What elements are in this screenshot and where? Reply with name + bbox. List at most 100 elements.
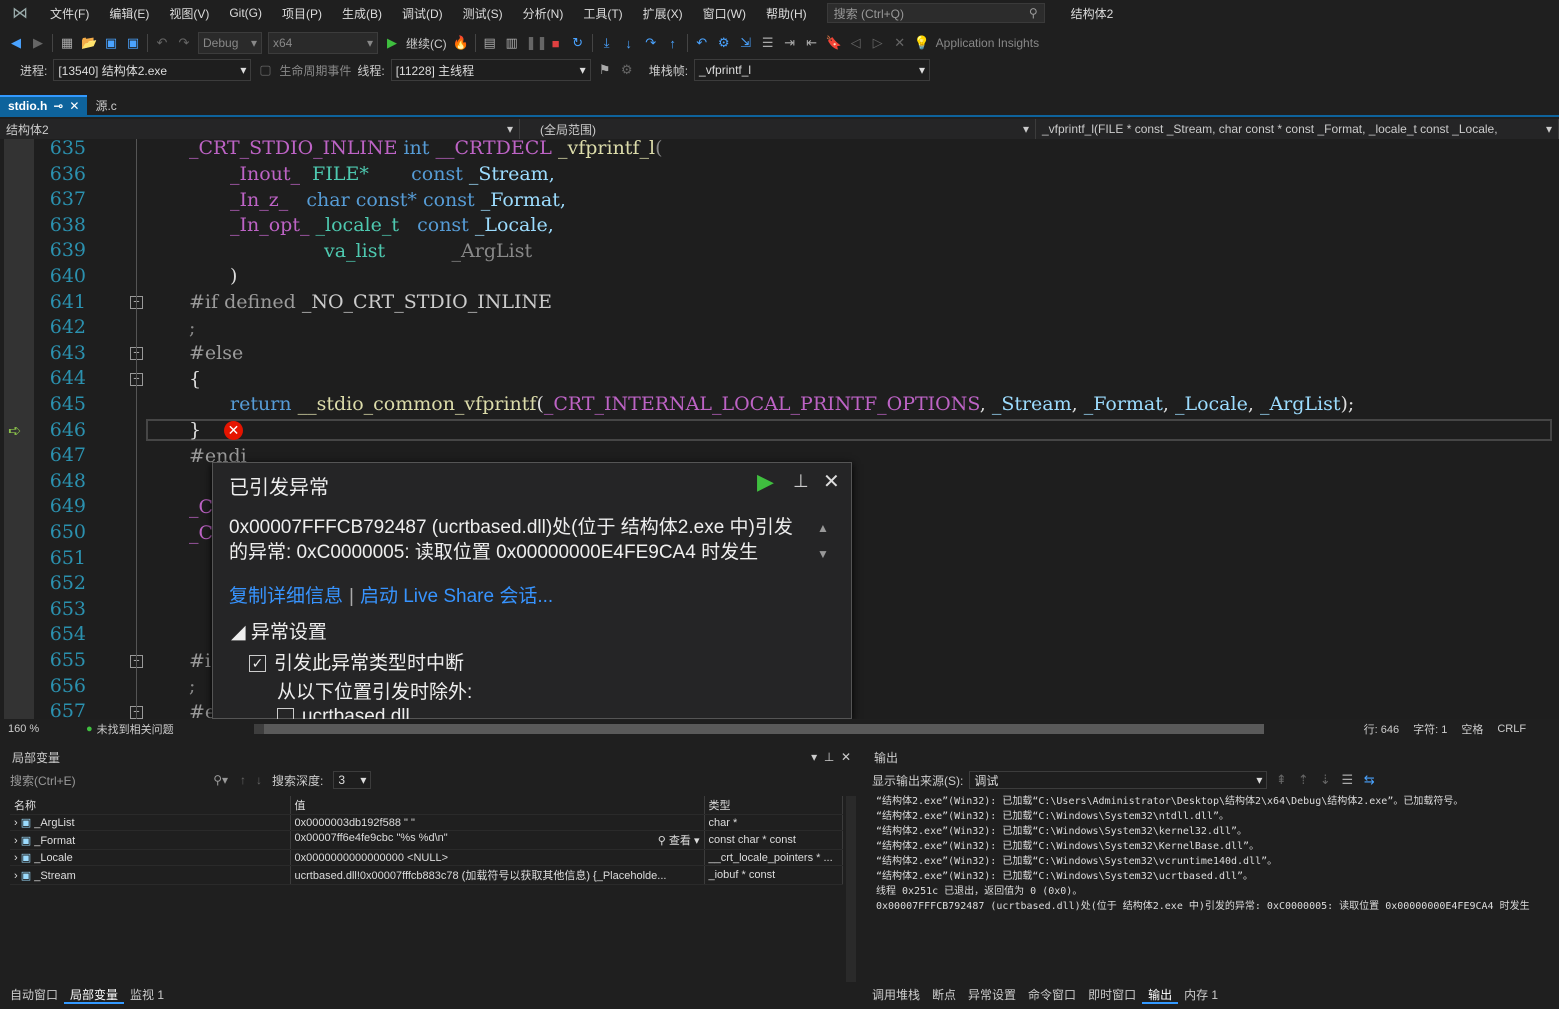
chevron-down-icon[interactable]: ▾	[811, 750, 817, 764]
line-ending-indicator[interactable]: CRLF	[1497, 723, 1526, 735]
menu-test[interactable]: 测试(S)	[453, 5, 513, 22]
new-project-icon[interactable]: ▦	[59, 35, 75, 51]
tab-exception-settings[interactable]: 异常设置	[962, 984, 1022, 1004]
view-button[interactable]: ⚲ 查看 ▾	[658, 832, 700, 848]
find-message-icon[interactable]: ⇞	[1273, 772, 1289, 788]
prev-message-icon[interactable]: ⇡	[1295, 772, 1311, 788]
table-row[interactable]: › ▣ _Format 0x00007ff6e4fe9cbc "%s %d\n" ⚲…	[10, 830, 843, 850]
scroll-up-icon[interactable]: ▲	[817, 521, 829, 535]
comment-icon[interactable]: ☰	[760, 35, 776, 51]
bookmark-clear-icon[interactable]: ✕	[892, 35, 908, 51]
column-header-type[interactable]: 类型	[704, 796, 843, 815]
variable-value-cell[interactable]: 0x0000000000000000 <NULL>	[290, 849, 705, 866]
bookmark-next-icon[interactable]: ▷	[870, 35, 886, 51]
tab-watch-1[interactable]: 监视 1	[124, 984, 170, 1004]
menu-view[interactable]: 视图(V)	[159, 5, 219, 22]
outdent-icon[interactable]: ⇤	[804, 35, 820, 51]
depth-dropdown[interactable]: 3 ▾	[333, 771, 372, 789]
variable-value-cell[interactable]: ucrtbased.dll!0x00007fffcb883c78 (加载符号以获…	[290, 865, 705, 885]
locals-search-input[interactable]: 搜索(Ctrl+E) ⚲▾	[8, 770, 230, 790]
close-icon[interactable]: ✕	[69, 99, 79, 113]
menu-analyze[interactable]: 分析(N)	[513, 5, 574, 22]
zoom-level[interactable]: 160 %	[8, 723, 72, 735]
menu-extensions[interactable]: 扩展(X)	[633, 5, 693, 22]
back-icon[interactable]: ◀	[8, 35, 24, 51]
expand-arrow-icon[interactable]: ›	[14, 835, 18, 847]
expand-arrow-icon[interactable]: ›	[14, 852, 18, 864]
tab-memory-1[interactable]: 内存 1	[1178, 984, 1224, 1004]
config-dropdown[interactable]: Debug ▾	[198, 32, 262, 54]
column-header-value[interactable]: 值	[290, 796, 705, 815]
scrollbar-thumb[interactable]	[263, 723, 1264, 734]
variable-value-cell[interactable]: 0x00007ff6e4fe9cbc "%s %d\n" ⚲ 查看 ▾	[290, 830, 705, 850]
expand-arrow-icon[interactable]: ›	[14, 870, 18, 882]
step-over-icon[interactable]: ⤓	[599, 35, 615, 51]
word-wrap-icon[interactable]: ⇆	[1361, 772, 1377, 788]
close-icon[interactable]: ✕	[841, 750, 851, 764]
attach-icon[interactable]: ▤	[482, 35, 498, 51]
scroll-down-icon[interactable]: ▼	[817, 547, 829, 561]
search-up-icon[interactable]: ↑	[240, 773, 246, 787]
project-dropdown[interactable]: 结构体2 ▾	[0, 119, 520, 139]
continue-icon[interactable]: ▶	[384, 35, 400, 51]
forward-icon[interactable]: ▶	[30, 35, 46, 51]
search-input[interactable]: 搜索 (Ctrl+Q) ⚲	[826, 3, 1045, 23]
clear-all-icon[interactable]: ☰	[1339, 772, 1355, 788]
menu-git[interactable]: Git(G)	[219, 6, 272, 20]
expand-arrow-icon[interactable]: ›	[14, 817, 18, 829]
tab-call-stack[interactable]: 调用堆栈	[866, 984, 926, 1004]
layout-icon[interactable]: ▥	[504, 35, 520, 51]
horizontal-scrollbar[interactable]	[253, 723, 1264, 734]
tab-locals[interactable]: 局部变量	[64, 984, 125, 1004]
close-icon[interactable]: ✕	[823, 469, 840, 494]
save-icon[interactable]: ▣	[103, 35, 119, 51]
tab-command-window[interactable]: 命令窗口	[1022, 984, 1082, 1004]
next-message-icon[interactable]: ⇣	[1317, 772, 1333, 788]
tab-source-c[interactable]: 源.c	[87, 95, 124, 115]
indent-icon[interactable]: ⇥	[782, 35, 798, 51]
bookmark-icon[interactable]: 🔖	[826, 35, 842, 51]
filter-icon[interactable]: ⚙	[619, 62, 635, 78]
menu-help[interactable]: 帮助(H)	[756, 5, 817, 22]
exception-settings-header[interactable]: ◢ 异常设置	[231, 617, 472, 644]
column-header-name[interactable]: 名称	[10, 796, 291, 815]
step-into-icon[interactable]: ↓	[621, 36, 637, 51]
menu-build[interactable]: 生成(B)	[332, 5, 392, 22]
pause-icon[interactable]: ❚❚	[526, 35, 548, 51]
pin-icon[interactable]: ⊥	[824, 750, 834, 764]
break-when-row[interactable]: ✓ 引发此异常类型时中断	[249, 648, 472, 675]
member-dropdown[interactable]: _vfprintf_l(FILE * const _Stream, char c…	[1036, 119, 1559, 139]
output-source-dropdown[interactable]: 调试 ▾	[969, 771, 1268, 789]
pin-icon[interactable]: ⊸	[53, 99, 63, 113]
stack-frame-dropdown[interactable]: _vfprintf_l ▾	[694, 59, 931, 81]
table-row[interactable]: › ▣ _ArgList 0x0000003db192f588 " " char *	[10, 814, 843, 831]
step-over-arc-icon[interactable]: ↷	[643, 35, 659, 51]
table-row[interactable]: › ▣ _Stream ucrtbased.dll!0x00007fffcb883…	[10, 865, 843, 885]
char-indicator[interactable]: 字符: 1	[1413, 721, 1447, 737]
tab-output[interactable]: 输出	[1142, 984, 1179, 1004]
flag-icon[interactable]: ⚑	[597, 62, 613, 78]
redo-icon[interactable]: ↷	[176, 35, 192, 51]
menu-project[interactable]: 项目(P)	[272, 5, 332, 22]
tab-autos[interactable]: 自动窗口	[4, 984, 64, 1004]
table-row[interactable]: › ▣ _Locale 0x0000000000000000 <NULL> __cr…	[10, 849, 843, 866]
line-indicator[interactable]: 行: 646	[1364, 721, 1399, 737]
open-file-icon[interactable]: 📂	[81, 35, 97, 51]
continue-button[interactable]: 继续(C)	[406, 35, 447, 52]
menu-debug[interactable]: 调试(D)	[392, 5, 453, 22]
continue-icon[interactable]: ▶	[757, 469, 774, 495]
show-threads-icon[interactable]: ⇲	[738, 35, 754, 51]
issues-status[interactable]: 未找到相关问题	[97, 721, 174, 737]
stop-icon[interactable]: ■	[548, 36, 564, 51]
scope-dropdown[interactable]: (全局范围) ▾	[520, 119, 1036, 139]
tab-breakpoints[interactable]: 断点	[926, 984, 962, 1004]
exception-icon[interactable]: ✕	[224, 421, 243, 440]
thread-dropdown[interactable]: [11228] 主线程 ▾	[390, 59, 591, 81]
hot-reload-icon[interactable]: 🔥	[453, 35, 469, 51]
menu-window[interactable]: 窗口(W)	[693, 5, 756, 22]
variable-value-cell[interactable]: 0x0000003db192f588 " "	[290, 814, 705, 831]
hex-display-icon[interactable]: ⚙	[716, 35, 732, 51]
menu-file[interactable]: 文件(F)	[40, 5, 99, 22]
lifecycle-events-button[interactable]: 生命周期事件	[279, 62, 351, 79]
step-out-icon[interactable]: ↑	[665, 36, 681, 51]
